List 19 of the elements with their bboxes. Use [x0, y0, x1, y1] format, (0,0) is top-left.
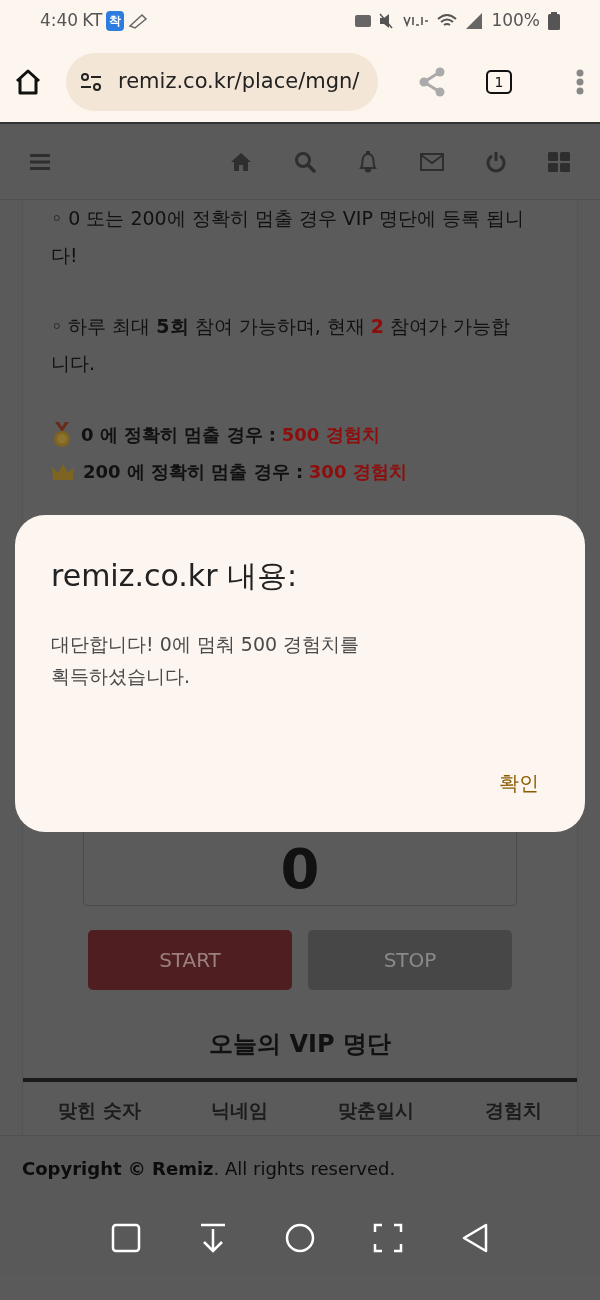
- carrier-name: KT: [82, 9, 103, 33]
- column-header: 닉네임: [211, 1098, 269, 1123]
- rule-text: ◦ 0 또는 200에 정확히 멈출 경우 VIP 명단에 등록 됩니다!: [50, 206, 525, 268]
- rule-text: ◦ 하루 최대 5회 참여 가능하며, 현재 2 참여가 가능합니다.: [50, 314, 512, 376]
- battery-level: 100%: [491, 9, 540, 33]
- column-header: 맞춘일시: [338, 1098, 415, 1123]
- dialog-title: remiz.co.kr 내용:: [51, 557, 299, 595]
- column-header: 맞힌 숫자: [58, 1098, 141, 1123]
- address-bar[interactable]: remiz.co.kr/place/mgn/: [66, 53, 378, 111]
- dialog-message: 대단합니다! 0에 멈춰 500 경험치를 획득하셨습니다.: [51, 632, 361, 689]
- prize-text: 200 에 정확히 멈출 경우 : 300 경험치: [83, 460, 407, 484]
- vip-title: 오늘의 VIP 명단: [208, 1029, 392, 1060]
- column-header: 경험치: [484, 1098, 542, 1123]
- tab-count[interactable]: 1: [486, 70, 512, 94]
- start-button[interactable]: START: [88, 930, 292, 990]
- clock-time: 4:40: [40, 9, 79, 33]
- carrier-badge: 착: [106, 11, 125, 31]
- prize-text: 0 에 정확히 멈출 경우 : 500 경험치: [81, 423, 380, 447]
- copyright-text: Copyright © Remiz. All rights reserved.: [22, 1156, 396, 1181]
